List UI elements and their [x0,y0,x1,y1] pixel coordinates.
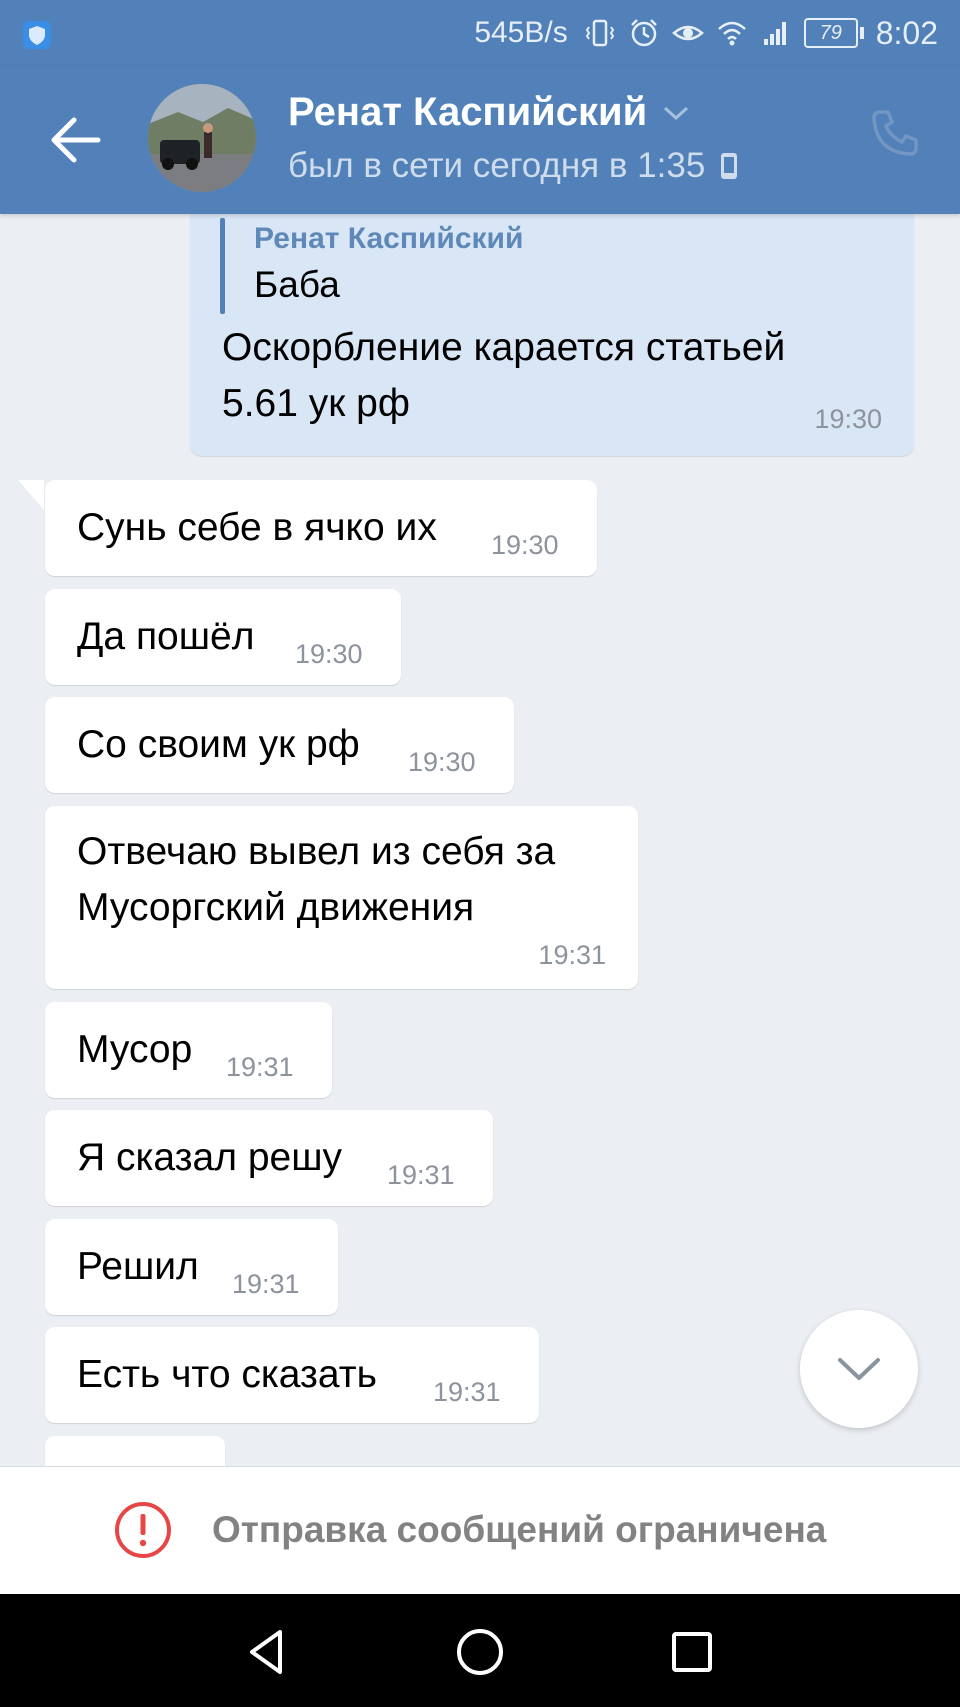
incoming-message[interactable]: Со своим ук рф 19:30 [45,697,514,793]
incoming-message[interactable]: Отвечаю вывел из себя за Мусоргский движ… [45,806,638,989]
message-time: 19:30 [295,639,363,669]
nav-home-icon[interactable] [452,1624,508,1680]
clock: 8:02 [875,14,938,51]
outgoing-message[interactable]: Ренат Каспийский Баба Оскорбление карает… [190,214,914,456]
call-icon[interactable] [870,108,920,158]
last-seen-status: был в сети сегодня в 1:35 [288,146,739,186]
bubble-tail [18,480,44,510]
signal-icon [763,22,786,45]
message-time: 19:31 [433,1377,501,1407]
shield-icon [23,21,51,49]
incoming-message[interactable] [45,1436,225,1466]
message-text: Решил [77,1245,199,1288]
message-text: Я сказал решу [77,1136,343,1179]
incoming-message[interactable]: Есть что сказать 19:31 [45,1327,539,1423]
message-text: Сунь себе в ячко их [77,506,437,549]
wifi-icon [717,21,746,46]
scroll-down-button[interactable] [800,1310,918,1428]
navigation-bar [0,1594,960,1707]
incoming-message[interactable]: Решил 19:31 [45,1219,338,1315]
message-text: Со своим ук рф [77,723,360,766]
message-text: Да пошёл [77,615,255,658]
message-list[interactable]: Ренат Каспийский Баба Оскорбление карает… [0,214,960,1466]
alarm-icon [630,19,657,47]
nav-back-icon[interactable] [240,1624,296,1680]
message-time: 19:31 [226,1052,294,1082]
message-time: 19:31 [232,1269,300,1299]
status-bar: 545B/s 79 8:02 [0,0,960,66]
message-time: 19:30 [814,404,882,434]
network-speed: 545B/s [474,16,568,49]
nav-recents-icon[interactable] [664,1624,720,1680]
message-text: Отвечаю вывел из себя за Мусоргский движ… [77,830,556,929]
message-time: 19:30 [491,530,559,560]
eye-icon [671,25,704,41]
vibrate-icon [585,19,614,47]
message-time: 19:31 [387,1160,455,1190]
avatar[interactable] [148,84,256,192]
restriction-text: Отправка сообщений ограничена [212,1509,827,1550]
message-text: Есть что сказать [77,1353,377,1396]
alert-icon [115,1502,171,1558]
incoming-message[interactable]: Я сказал решу 19:31 [45,1110,493,1206]
quote-text: Баба [254,264,340,305]
back-arrow-icon[interactable] [48,114,104,166]
message-time: 19:31 [538,940,606,970]
chat-header: Ренат Каспийский был в сети сегодня в 1:… [0,66,960,214]
battery-level: 79 [803,18,858,48]
contact-name[interactable]: Ренат Каспийский [288,90,691,135]
incoming-message[interactable]: Да пошёл 19:30 [45,589,401,685]
messaging-restricted-banner: Отправка сообщений ограничена [0,1466,960,1595]
message-time: 19:30 [408,747,476,777]
scroll-down-icon [838,1358,880,1380]
battery-indicator: 79 [803,18,864,48]
message-text: Оскорбление карается статьей 5.61 ук рф [222,326,786,425]
chevron-down-icon[interactable] [661,103,691,123]
incoming-message[interactable]: Сунь себе в ячко их 19:30 [45,480,597,576]
quote-author: Ренат Каспийский [254,222,524,255]
message-text: Мусор [77,1028,193,1071]
quote-bar [220,218,225,314]
incoming-message[interactable]: Мусор 19:31 [45,1002,332,1098]
mobile-phone-icon [721,153,738,179]
